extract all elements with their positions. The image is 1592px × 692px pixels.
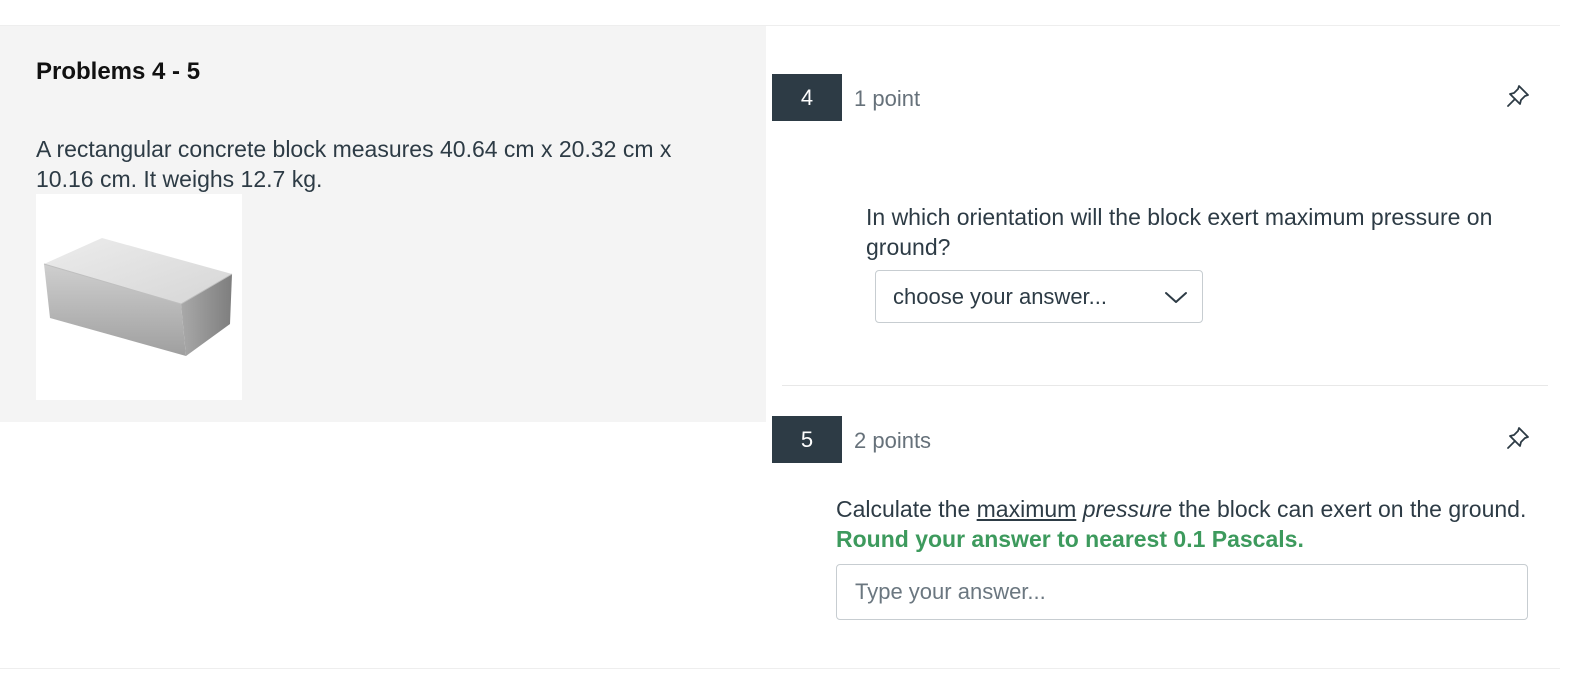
prompt-underlined-text: maximum	[976, 496, 1077, 522]
pin-icon[interactable]	[1504, 424, 1532, 452]
question-4: 4 1 point In which orientation will the …	[772, 74, 1560, 384]
question-number-badge: 4	[772, 74, 842, 121]
select-value: choose your answer...	[893, 284, 1108, 309]
prompt-text-end: the block can exert on the ground.	[1172, 496, 1527, 522]
bottom-divider	[0, 668, 1560, 669]
question-number-badge: 5	[772, 416, 842, 463]
rounding-instruction: Round your answer to nearest 0.1 Pascals…	[836, 526, 1304, 552]
question-points: 2 points	[854, 428, 932, 453]
problem-description: A rectangular concrete block measures 40…	[36, 136, 672, 192]
concrete-block-image	[36, 194, 242, 400]
chevron-down-icon	[1164, 287, 1188, 307]
question-5: 5 2 points Calculate the maximum pressur…	[772, 416, 1560, 646]
prompt-text: Calculate the	[836, 496, 977, 522]
answer-input[interactable]	[836, 564, 1528, 620]
question-points: 1 point	[854, 86, 921, 111]
question-prompt: Calculate the maximum pressure the block…	[836, 494, 1536, 554]
question-divider	[782, 385, 1548, 386]
prompt-italic-text: pressure	[1082, 496, 1173, 522]
problems-title: Problems 4 - 5	[36, 58, 201, 85]
pin-icon[interactable]	[1504, 82, 1532, 110]
problem-context-panel: Problems 4 - 5 A rectangular concrete bl…	[0, 26, 766, 422]
answer-select[interactable]: choose your answer...	[875, 270, 1203, 323]
question-prompt: In which orientation will the block exer…	[866, 204, 1493, 260]
